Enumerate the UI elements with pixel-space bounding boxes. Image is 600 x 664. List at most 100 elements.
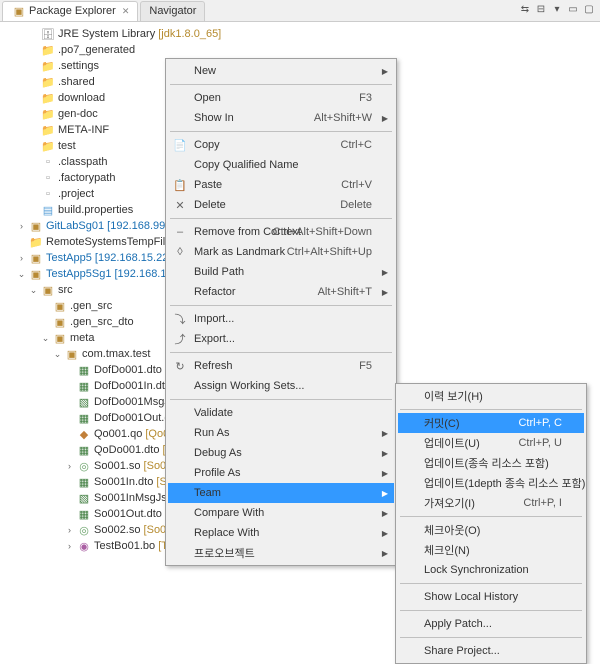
tree-twisty-icon (28, 173, 39, 184)
menu-item[interactable]: Apply Patch... (398, 614, 584, 634)
menu-item-label: 이력 보기(H) (424, 388, 483, 404)
menu-item[interactable]: 가져오기(I)Ctrl+P, I (398, 493, 584, 513)
menu-item[interactable]: ↻RefreshF5 (168, 356, 394, 376)
folder-icon: 📁 (40, 123, 56, 137)
menu-item[interactable]: Compare With▶ (168, 503, 394, 523)
tree-twisty-icon (28, 125, 39, 136)
menu-item[interactable]: 체크아웃(O) (398, 520, 584, 540)
file-icon: ▤ (40, 203, 56, 217)
tree-twisty-icon (64, 493, 75, 504)
tree-twisty-icon[interactable]: › (64, 541, 75, 552)
link-with-editor-icon[interactable]: ⇆ (518, 2, 532, 16)
tree-twisty-icon (64, 477, 75, 488)
menu-item[interactable]: Replace With▶ (168, 523, 394, 543)
menu-item-label: Show Local History (424, 591, 518, 603)
menu-item[interactable]: Assign Working Sets... (168, 376, 394, 396)
tree-twisty-icon[interactable]: ⌄ (52, 349, 63, 360)
menu-item-label: Debug As (194, 447, 242, 459)
tree-twisty-icon (64, 381, 75, 392)
menu-item[interactable]: Lock Synchronization (398, 560, 584, 580)
menu-item[interactable]: RefactorAlt+Shift+T ▶ (168, 282, 394, 302)
menu-item-shortcut: Ctrl+Alt+Shift+Down (273, 226, 372, 238)
menu-item-label: 체크인(N) (424, 542, 470, 558)
tab-navigator[interactable]: Navigator (140, 1, 205, 21)
menu-item: –Remove from ContextCtrl+Alt+Shift+Down (168, 222, 394, 242)
menu-item[interactable]: 업데이트(U)Ctrl+P, U (398, 433, 584, 453)
menu-item[interactable]: Team▶ (168, 483, 394, 503)
tree-twisty-icon[interactable]: ⌄ (28, 285, 39, 296)
tree-item-label: gen-doc (58, 108, 98, 120)
menu-item[interactable]: Copy Qualified Name (168, 155, 394, 175)
tree-twisty-icon[interactable]: › (64, 525, 75, 536)
submenu-arrow-icon: ▶ (382, 288, 388, 297)
menu-item-icon: ⤵ (172, 311, 188, 327)
tree-item-label: .factorypath (58, 172, 115, 184)
team-submenu[interactable]: 이력 보기(H)커밋(C)Ctrl+P, C업데이트(U)Ctrl+P, U업데… (395, 383, 587, 664)
menu-item[interactable]: Show InAlt+Shift+W ▶ (168, 108, 394, 128)
menu-item-label: Replace With (194, 527, 259, 539)
tree-item-label: JRE System Library [jdk1.8.0_65] (58, 28, 221, 40)
dto-icon: ▦ (76, 443, 92, 457)
tree-twisty-icon (64, 365, 75, 376)
menu-item[interactable]: Run As▶ (168, 423, 394, 443)
menu-item[interactable]: 커밋(C)Ctrl+P, C (398, 413, 584, 433)
context-menu[interactable]: New▶ OpenF3Show InAlt+Shift+W ▶ 📄CopyCtrl+… (165, 58, 397, 566)
pkg-icon: ▣ (52, 315, 68, 329)
collapse-all-icon[interactable]: ⊟ (534, 2, 548, 16)
submenu-arrow-icon: ▶ (382, 469, 388, 478)
tree-item[interactable]: 📁.po7_generated (4, 42, 600, 58)
menu-item[interactable]: 📄CopyCtrl+C (168, 135, 394, 155)
menu-item-label: Assign Working Sets... (194, 380, 304, 392)
menu-item-label: Copy Qualified Name (194, 159, 299, 171)
tree-twisty-icon (28, 93, 39, 104)
pkg-icon: ▣ (28, 219, 44, 233)
menu-item[interactable]: ⤴Export... (168, 329, 394, 349)
view-toolbar: ⇆ ⊟ ▾ ▭ ▢ (518, 2, 596, 16)
menu-item[interactable]: Profile As▶ (168, 463, 394, 483)
menu-item[interactable]: 📋PasteCtrl+V (168, 175, 394, 195)
submenu-arrow-icon: ▶ (382, 268, 388, 277)
pkg-icon: ▣ (28, 251, 44, 265)
tree-twisty-icon[interactable]: › (16, 253, 27, 264)
menu-item-label: Run As (194, 427, 229, 439)
tree-item[interactable]: 🗄JRE System Library [jdk1.8.0_65] (4, 26, 600, 42)
tab-package-explorer[interactable]: ▣ Package Explorer ✕ (2, 1, 138, 21)
tree-twisty-icon (64, 509, 75, 520)
menu-item[interactable]: Validate (168, 403, 394, 423)
tree-twisty-icon[interactable]: › (64, 461, 75, 472)
menu-item-label: Delete (194, 199, 226, 211)
tree-item-label: download (58, 92, 105, 104)
maximize-icon[interactable]: ▢ (582, 2, 596, 16)
menu-separator (170, 218, 392, 219)
minimize-icon[interactable]: ▭ (566, 2, 580, 16)
menu-item-shortcut: Ctrl+Alt+Shift+Up (287, 246, 372, 258)
tree-twisty-icon (28, 29, 39, 40)
menu-item[interactable]: 체크인(N) (398, 540, 584, 560)
menu-item[interactable]: Debug As▶ (168, 443, 394, 463)
menu-item-label: 업데이트(1depth 종속 리소스 포함) (424, 475, 585, 491)
tree-item-label: .classpath (58, 156, 108, 168)
view-menu-icon[interactable]: ▾ (550, 2, 564, 16)
menu-item[interactable]: ⤵Import... (168, 309, 394, 329)
menu-item-label: Team (194, 487, 221, 499)
gen-icon: ▫ (40, 171, 56, 185)
menu-item-icon: ↻ (172, 360, 188, 373)
tree-item-label: com.tmax.test (82, 348, 150, 360)
menu-item[interactable]: ✕DeleteDelete (168, 195, 394, 215)
menu-item-shortcut: Alt+Shift+T (318, 286, 372, 298)
so-icon: ◎ (76, 523, 92, 537)
tree-twisty-icon[interactable]: ⌄ (40, 333, 51, 344)
menu-item-shortcut: Ctrl+V (341, 179, 372, 191)
folder-icon: 📁 (40, 59, 56, 73)
menu-item[interactable]: 프로오브젝트▶ (168, 543, 394, 563)
menu-item[interactable]: 업데이트(종속 리소스 포함) (398, 453, 584, 473)
pkg-icon: ▣ (40, 283, 56, 297)
menu-item[interactable]: Build Path▶ (168, 262, 394, 282)
tree-twisty-icon[interactable]: › (16, 221, 27, 232)
menu-item: 이력 보기(H) (398, 386, 584, 406)
close-icon[interactable]: ✕ (122, 6, 130, 17)
tree-twisty-icon[interactable]: ⌄ (16, 269, 27, 280)
menu-item[interactable]: OpenF3 (168, 88, 394, 108)
menu-item[interactable]: 업데이트(1depth 종속 리소스 포함) (398, 473, 584, 493)
menu-item[interactable]: New▶ (168, 61, 394, 81)
